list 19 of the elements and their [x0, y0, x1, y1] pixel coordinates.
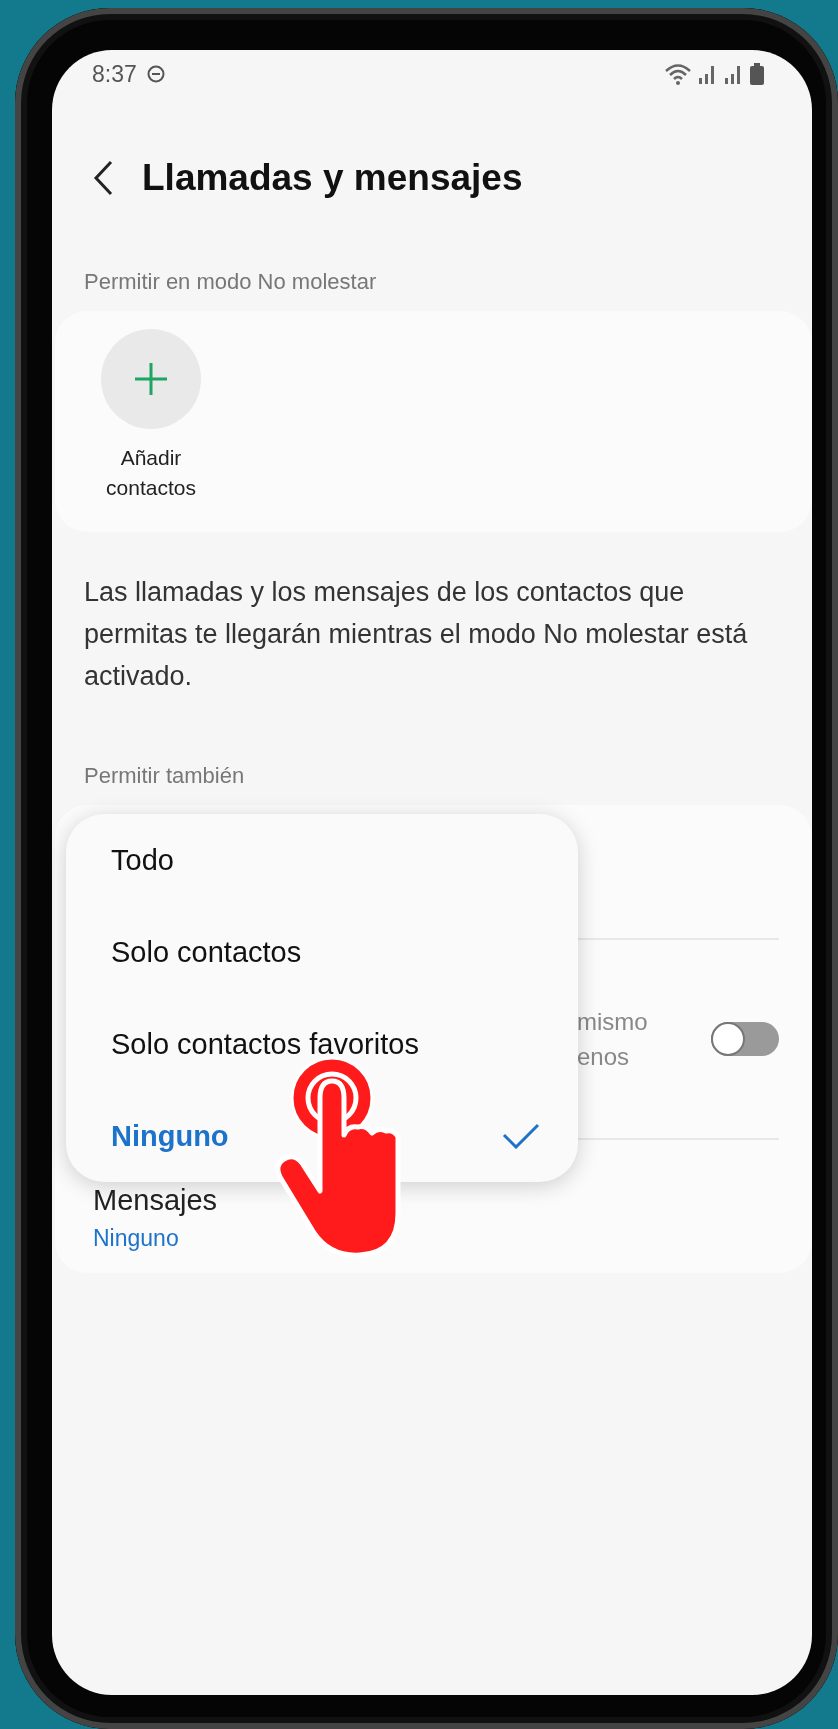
plus-icon — [133, 361, 169, 397]
check-icon — [502, 1123, 540, 1149]
status-time: 8:37 — [92, 60, 137, 88]
page-title: Llamadas y mensajes — [142, 157, 523, 199]
wifi-icon — [664, 63, 692, 85]
setting-value: Ninguno — [93, 1225, 180, 1252]
section-header: Permitir también — [83, 763, 246, 788]
menu-item[interactable]: Solo contactos — [66, 906, 578, 998]
setting-text: mismo enos — [577, 1007, 649, 1072]
section-header: Permitir en modo No molestar — [83, 269, 378, 294]
setting-title: Mensajes — [93, 1184, 219, 1217]
do-not-disturb-icon — [146, 65, 165, 83]
toggle-switch[interactable] — [711, 1022, 779, 1056]
menu-item[interactable]: Todo — [66, 814, 578, 906]
menu-item[interactable]: Ninguno — [66, 1090, 578, 1182]
add-contacts-button[interactable]: Añadir contactos — [91, 311, 211, 532]
menu-item[interactable]: Solo contactos favoritos — [66, 998, 578, 1090]
description-text: Las llamadas y los mensajes de los contactos que permitas te llegarán mientras el modo No molestar está activado. — [83, 576, 749, 693]
battery-icon — [750, 63, 764, 85]
